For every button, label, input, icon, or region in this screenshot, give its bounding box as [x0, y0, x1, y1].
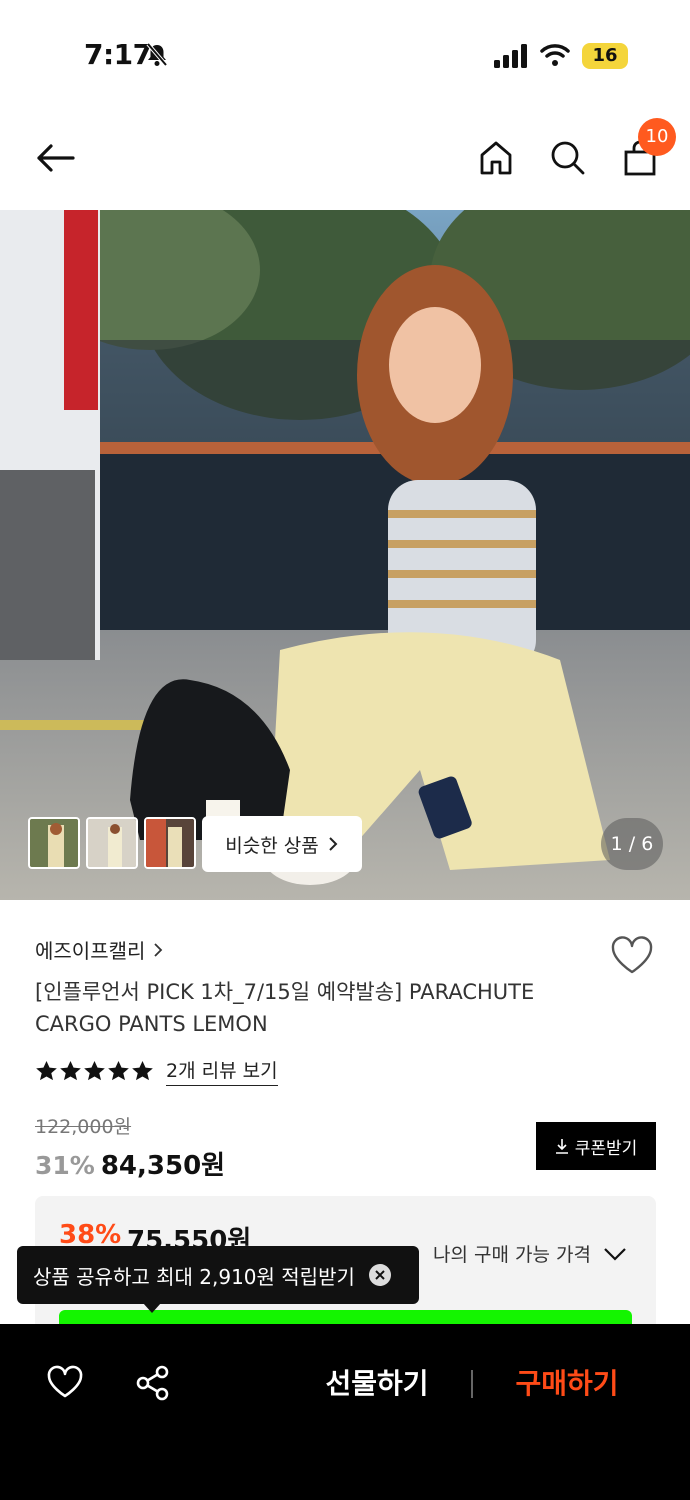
star-icon: [108, 1060, 129, 1081]
back-button[interactable]: [28, 134, 82, 182]
star-icon: [36, 1060, 57, 1081]
bottom-action-bar: 선물하기 구매하기: [0, 1324, 690, 1500]
share-button[interactable]: [134, 1364, 172, 1402]
thumbnail-1[interactable]: [28, 817, 80, 869]
thumbnail-3[interactable]: [144, 817, 196, 869]
image-page-indicator: 1 / 6: [601, 818, 663, 870]
status-bar: 7:17 16: [0, 0, 690, 110]
sale-price: 84,350원: [100, 1151, 226, 1181]
similar-products-label: 비슷한 상품: [225, 834, 319, 857]
rating-row: 2개 리뷰 보기: [35, 1056, 278, 1086]
product-image[interactable]: [0, 210, 690, 900]
arrow-left-icon: [37, 144, 75, 172]
similar-products-button[interactable]: 비슷한 상품: [202, 816, 362, 872]
share-reward-tooltip: 상품 공유하고 최대 2,910원 적립받기: [17, 1246, 419, 1304]
coupon-download-button[interactable]: 쿠폰받기: [536, 1122, 656, 1170]
my-price-label: 나의 구매 가능 가격: [433, 1240, 627, 1267]
download-icon: [555, 1139, 568, 1154]
star-icon: [84, 1060, 105, 1081]
star-icon: [132, 1060, 153, 1081]
star-icon: [60, 1060, 81, 1081]
tooltip-close-button[interactable]: [368, 1264, 391, 1286]
action-divider: [471, 1370, 473, 1398]
close-icon: [375, 1270, 385, 1280]
gift-button[interactable]: 선물하기: [310, 1362, 444, 1406]
bell-off-icon: [145, 42, 169, 68]
brand-link[interactable]: 에즈이프캘리: [35, 935, 163, 964]
discount-rate: 31%: [35, 1151, 95, 1180]
thumbnail-image: [146, 819, 194, 867]
thumbnail-2[interactable]: [86, 817, 138, 869]
brand-name: 에즈이프캘리: [35, 939, 146, 963]
thumbnail-image: [30, 819, 78, 867]
rating-stars: [35, 1060, 154, 1082]
wifi-icon: [540, 42, 570, 68]
my-price-label-text: 나의 구매 가능 가격: [433, 1244, 591, 1266]
status-time: 7:17: [84, 38, 152, 71]
heart-icon: [611, 936, 653, 974]
chevron-right-icon: [329, 837, 338, 851]
thumbnail-image: [88, 819, 136, 867]
search-button[interactable]: [546, 134, 590, 182]
product-title: [인플루언서 PICK 1차_7/15일 예약발송] PARACHUTE CAR…: [35, 980, 535, 1036]
tooltip-text: 상품 공유하고 최대 2,910원 적립받기: [33, 1264, 355, 1289]
wishlist-button[interactable]: [609, 934, 655, 976]
cart-count-badge: 10: [638, 118, 676, 156]
chevron-right-icon: [154, 942, 163, 957]
original-price: 122,000원: [35, 1116, 132, 1138]
chevron-down-icon: [604, 1247, 626, 1261]
buy-button[interactable]: 구매하기: [500, 1362, 634, 1406]
product-photo: [0, 210, 690, 900]
heart-icon: [47, 1365, 83, 1398]
coupon-label: 쿠폰받기: [574, 1138, 638, 1159]
signal-icon: [494, 44, 530, 68]
home-button[interactable]: [474, 134, 518, 182]
battery-indicator: 16: [582, 43, 628, 69]
sale-price-row: 31% 84,350원: [35, 1145, 225, 1182]
bottom-wishlist-button[interactable]: [46, 1364, 84, 1400]
home-icon: [480, 141, 512, 175]
top-navigation: [0, 110, 690, 210]
review-link[interactable]: 2개 리뷰 보기: [166, 1056, 278, 1086]
search-icon: [551, 141, 585, 175]
tooltip-arrow: [143, 1303, 161, 1313]
share-icon: [136, 1365, 169, 1401]
